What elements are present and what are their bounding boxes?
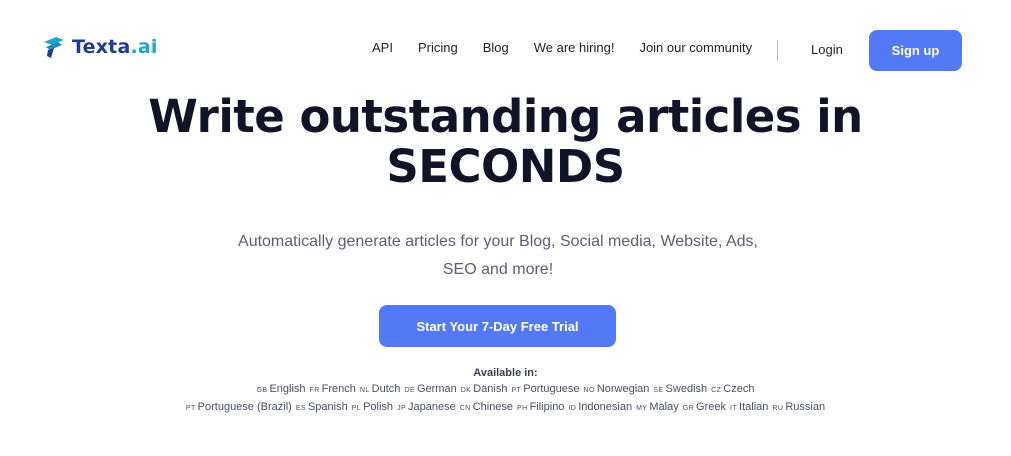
available-languages: Available in: GB English FR French NL Dutch DE… xyxy=(0,367,1011,417)
language-item: DE German xyxy=(404,383,456,395)
hero-subtitle: Automatically generate articles for your… xyxy=(200,228,796,284)
flag-icon: NO xyxy=(583,387,595,394)
flag-icon: GB xyxy=(256,387,268,394)
available-title: Available in: xyxy=(473,367,538,379)
hero-subtitle-line-2: SEO and more! xyxy=(442,261,554,278)
language-name: Chinese xyxy=(472,401,514,413)
brand-logo[interactable]: Texta.ai xyxy=(42,34,158,60)
language-item: ES Spanish xyxy=(296,401,348,413)
language-row-1: GB English FR French NL Dutch DE German DK Danish… xyxy=(0,381,1011,399)
flag-icon: DK xyxy=(460,387,472,394)
nav-link-api[interactable]: API xyxy=(372,40,393,55)
brand-name: Texta.ai xyxy=(72,36,158,58)
flag-icon: NL xyxy=(359,387,370,394)
language-name: Greek xyxy=(696,401,727,413)
language-item: GR Greek xyxy=(683,401,726,413)
language-name: Japanese xyxy=(408,401,456,413)
flag-icon: GR xyxy=(682,405,695,412)
flag-icon: RU xyxy=(772,405,784,412)
language-name: Spanish xyxy=(307,401,348,413)
flag-icon: SE xyxy=(653,387,664,394)
language-name: Malay xyxy=(649,401,679,413)
flag-icon: MY xyxy=(636,405,648,412)
nav-link-blog[interactable]: Blog xyxy=(483,40,509,55)
language-item: NO Norwegian xyxy=(584,383,650,395)
language-name: Portuguese xyxy=(523,383,580,395)
flag-icon: DE xyxy=(404,387,415,394)
hero-subtitle-line-1: Automatically generate articles for your… xyxy=(238,233,758,250)
flag-icon: ID xyxy=(568,405,577,412)
language-name: Russian xyxy=(785,401,826,413)
language-name: Filipino xyxy=(529,401,565,413)
flag-icon: IT xyxy=(730,405,738,412)
flag-icon: JP xyxy=(397,405,407,412)
flag-icon: ES xyxy=(295,405,306,412)
language-name: Indonesian xyxy=(578,401,633,413)
hero-title: Write outstanding articles in SECONDS xyxy=(0,92,1011,192)
main-nav: API Pricing Blog We are hiring! Join our… xyxy=(372,40,777,55)
language-item: PT Portuguese (Brazil) xyxy=(186,401,292,413)
flag-icon: PT xyxy=(511,387,522,394)
nav-link-pricing[interactable]: Pricing xyxy=(418,40,458,55)
language-item: DK Danish xyxy=(461,383,508,395)
language-name: Czech xyxy=(723,383,755,395)
language-item: RU Russian xyxy=(772,401,825,413)
language-item: GB English xyxy=(257,383,306,395)
language-name: English xyxy=(269,383,306,395)
language-name: German xyxy=(416,383,457,395)
nav-divider xyxy=(777,40,778,61)
free-trial-button[interactable]: Start Your 7-Day Free Trial xyxy=(379,305,616,347)
flag-icon: PL xyxy=(351,405,362,412)
language-name: Swedish xyxy=(665,383,708,395)
language-name: Dutch xyxy=(371,383,401,395)
language-item: MY Malay xyxy=(636,401,679,413)
flag-icon: CZ xyxy=(711,387,722,394)
texta-logo-icon xyxy=(44,37,64,58)
login-link[interactable]: Login xyxy=(811,42,843,57)
signup-button[interactable]: Sign up xyxy=(869,30,962,71)
language-item: CZ Czech xyxy=(711,383,754,395)
flag-icon: PT xyxy=(185,405,196,412)
language-item: PH Filipino xyxy=(517,401,564,413)
flag-icon: CN xyxy=(459,405,471,412)
language-name: Norwegian xyxy=(596,383,650,395)
hero-title-line-1: Write outstanding articles in xyxy=(148,90,863,143)
language-item: FR French xyxy=(310,383,356,395)
language-name: Portuguese (Brazil) xyxy=(197,401,292,413)
hero-title-line-2: SECONDS xyxy=(386,140,625,193)
flag-icon: PH xyxy=(517,405,528,412)
language-name: Danish xyxy=(473,383,508,395)
language-item: IT Italian xyxy=(730,401,768,413)
language-item: JP Japanese xyxy=(397,401,456,413)
language-item: PT Portuguese xyxy=(511,383,579,395)
language-item: ID Indonesian xyxy=(568,401,632,413)
language-item: NL Dutch xyxy=(360,383,401,395)
language-row-2: PT Portuguese (Brazil) ES Spanish PL Polish JP… xyxy=(0,399,1011,417)
language-item: CN Chinese xyxy=(460,401,513,413)
language-name: Italian xyxy=(739,401,769,413)
flag-icon: FR xyxy=(309,387,320,394)
language-name: French xyxy=(321,383,356,395)
nav-link-community[interactable]: Join our community xyxy=(639,40,752,55)
language-name: Polish xyxy=(363,401,394,413)
language-item: PL Polish xyxy=(352,401,393,413)
language-item: SE Swedish xyxy=(653,383,707,395)
nav-link-hiring[interactable]: We are hiring! xyxy=(534,40,615,55)
